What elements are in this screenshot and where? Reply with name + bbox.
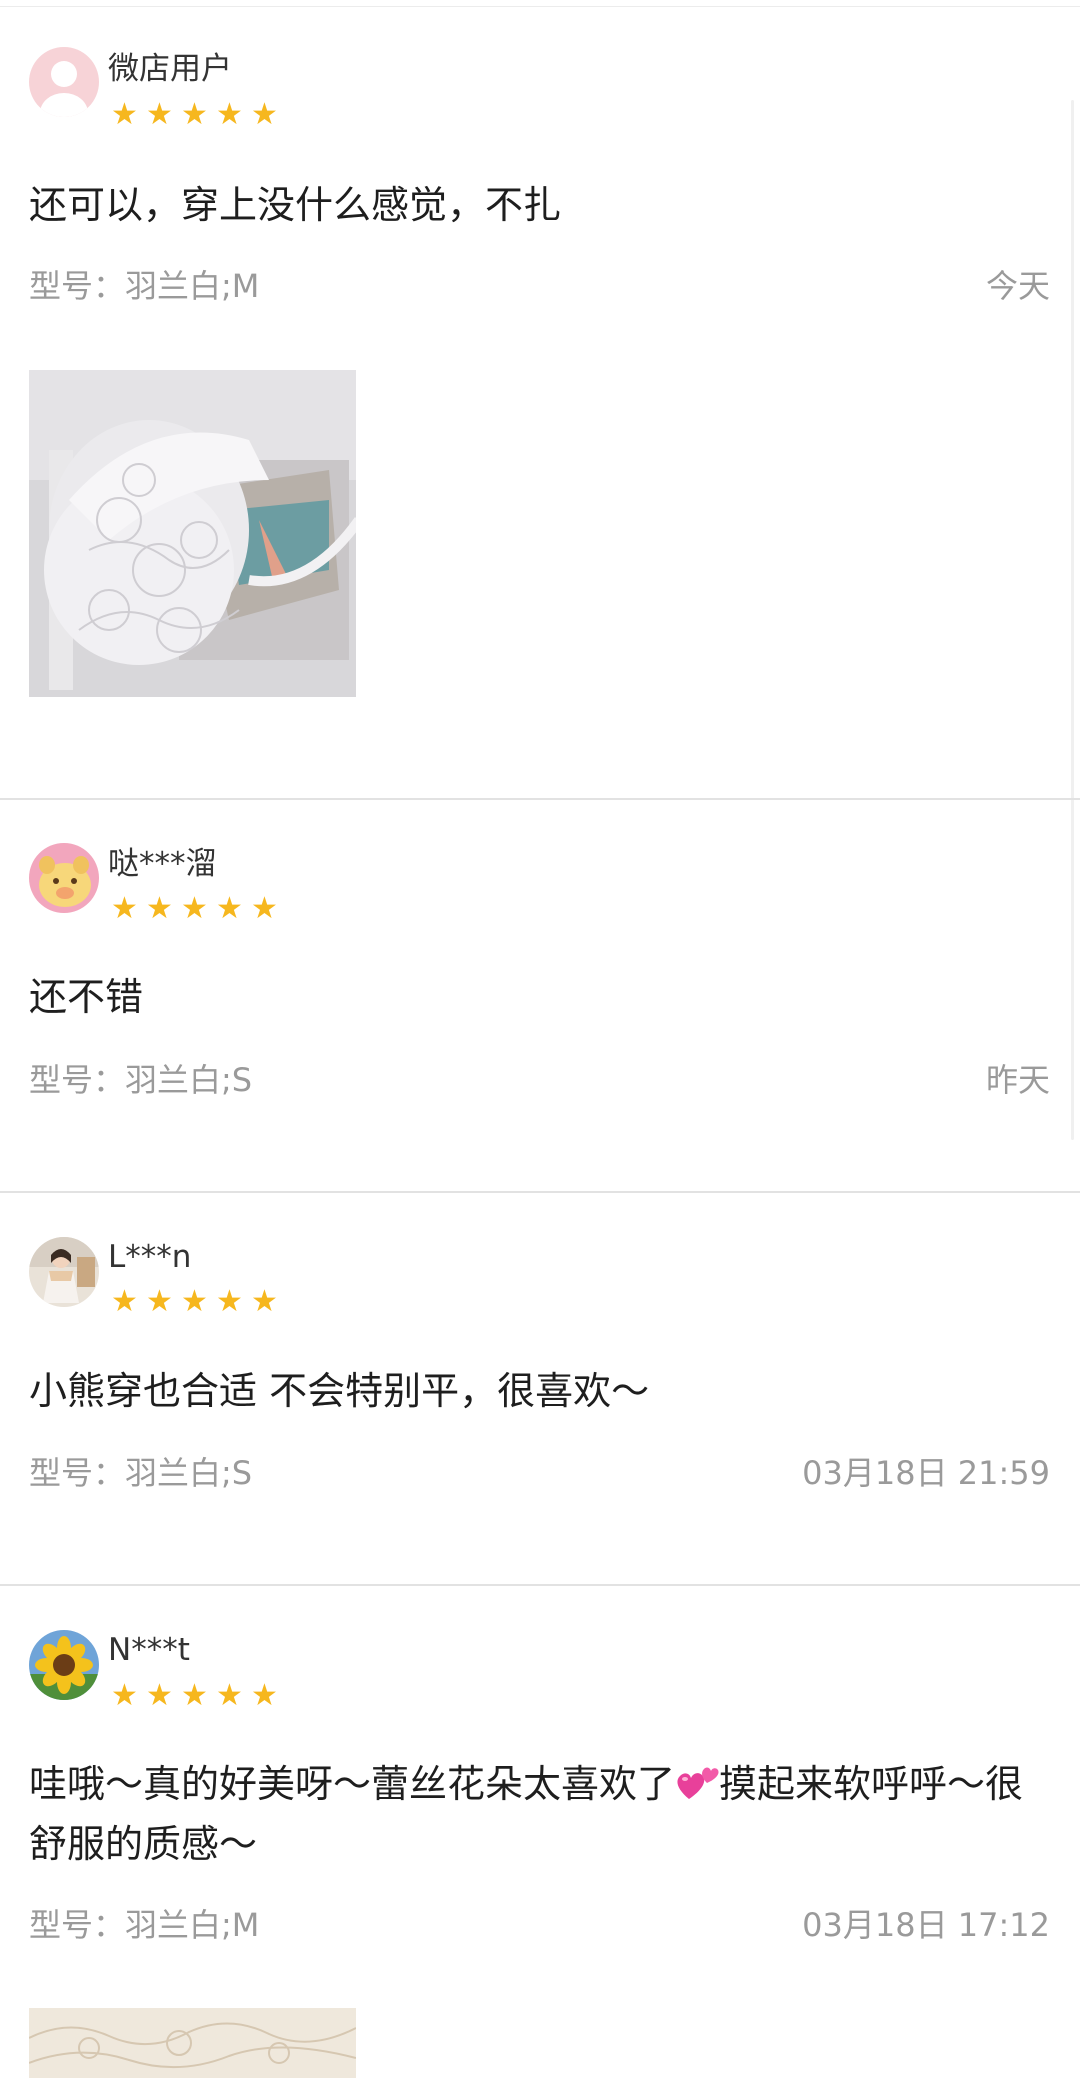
star-rating: ★ ★ ★ ★ ★ — [107, 98, 282, 132]
star-icon: ★ — [146, 97, 173, 132]
review-divider — [0, 1191, 1080, 1193]
star-icon: ★ — [146, 891, 173, 926]
star-icon: ★ — [111, 1678, 138, 1713]
review-content: 还不错 — [29, 975, 144, 1019]
star-icon: ★ — [111, 891, 138, 926]
review-date: 昨天 — [985, 1061, 1050, 1099]
star-icon: ★ — [216, 1678, 243, 1713]
star-icon: ★ — [146, 1284, 173, 1319]
star-icon: ★ — [216, 97, 243, 132]
username: 哒***溜 — [108, 846, 217, 882]
star-icon: ★ — [251, 1678, 278, 1713]
review-date: 今天 — [985, 267, 1050, 305]
girl-photo-avatar-icon[interactable] — [29, 1237, 99, 1307]
product-model: 型号：羽兰白;S — [29, 1454, 253, 1492]
review-divider — [0, 798, 1080, 800]
star-rating: ★ ★ ★ ★ ★ — [107, 1285, 282, 1319]
star-icon: ★ — [216, 1284, 243, 1319]
cartoon-pig-avatar-icon[interactable] — [29, 843, 99, 913]
review-content: 小熊穿也合适 不会特别平，很喜欢～ — [29, 1369, 650, 1413]
review-date: 03月18日 17:12 — [802, 1906, 1050, 1944]
sunflower-avatar-icon[interactable] — [29, 1630, 99, 1700]
default-avatar-icon[interactable] — [29, 47, 99, 117]
review-date: 03月18日 21:59 — [802, 1454, 1050, 1492]
username: N***t — [108, 1632, 190, 1668]
star-icon: ★ — [181, 1284, 208, 1319]
star-icon: ★ — [111, 97, 138, 132]
top-border — [0, 0, 1080, 7]
product-model: 型号：羽兰白;S — [29, 1061, 253, 1099]
product-model: 型号：羽兰白;M — [29, 1906, 260, 1944]
star-icon: ★ — [181, 97, 208, 132]
username: L***n — [108, 1239, 192, 1275]
star-icon: ★ — [111, 1284, 138, 1319]
review-content: 还可以，穿上没什么感觉，不扎 — [29, 183, 562, 227]
product-model: 型号：羽兰白;M — [29, 267, 260, 305]
star-rating: ★ ★ ★ ★ ★ — [107, 892, 282, 926]
star-icon: ★ — [181, 891, 208, 926]
review-photo[interactable] — [29, 2008, 356, 2078]
star-icon: ★ — [146, 1678, 173, 1713]
star-icon: ★ — [251, 97, 278, 132]
star-icon: ★ — [251, 891, 278, 926]
review-list-page: 微店用户 ★ ★ ★ ★ ★ 还可以，穿上没什么感觉，不扎 型号：羽兰白;M 今… — [0, 0, 1080, 2078]
review-photo[interactable] — [29, 370, 356, 697]
review-content: 哇哦～真的好美呀～蕾丝花朵太喜欢了 摸起来软呼呼～很舒服的质感～ — [29, 1754, 1039, 1874]
star-icon: ★ — [251, 1284, 278, 1319]
review-content-part: 哇哦～真的好美呀～蕾丝花朵太喜欢了 — [29, 1762, 676, 1806]
review-divider — [0, 1584, 1080, 1586]
star-rating: ★ ★ ★ ★ ★ — [107, 1679, 282, 1713]
two-hearts-emoji-icon — [675, 1760, 719, 1800]
star-icon: ★ — [216, 891, 243, 926]
username: 微店用户 — [108, 51, 232, 87]
scrollbar[interactable] — [1071, 100, 1074, 1140]
star-icon: ★ — [181, 1678, 208, 1713]
